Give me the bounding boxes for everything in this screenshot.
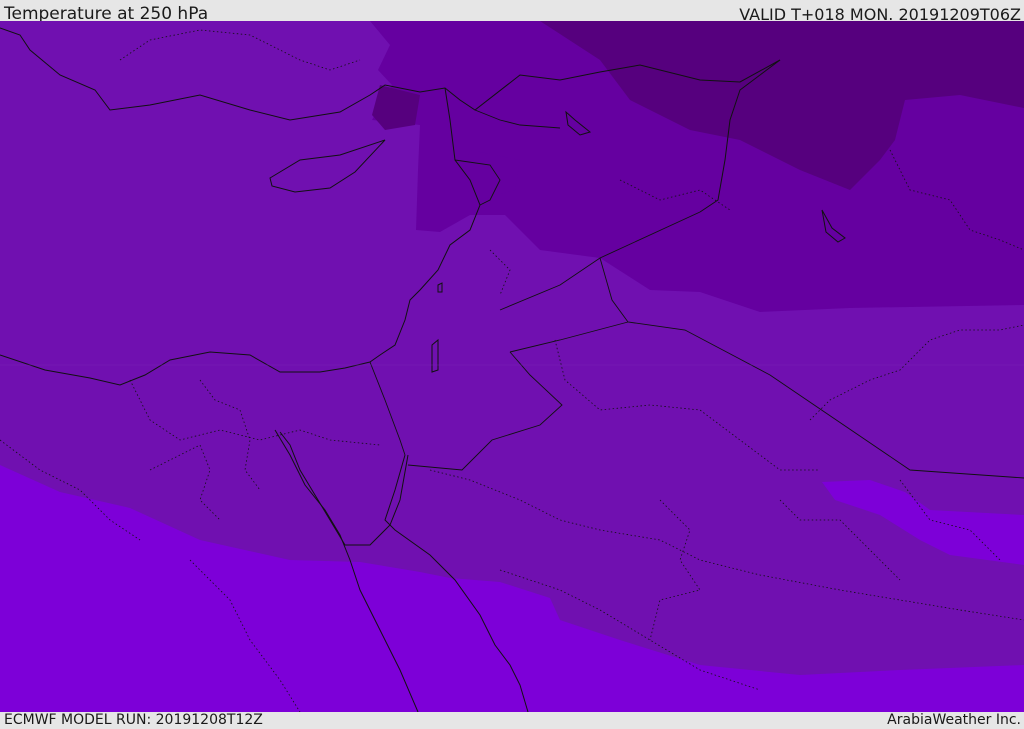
credit-label: ArabiaWeather Inc. — [887, 712, 1021, 728]
header-bar: Temperature at 250 hPa VALID T+018 MON. … — [0, 0, 1024, 24]
model-run-label: ECMWF MODEL RUN: 20191208T12Z — [4, 712, 263, 728]
footer-bar: ECMWF MODEL RUN: 20191208T12Z ArabiaWeat… — [0, 712, 1024, 729]
temperature-map[interactable] — [0, 21, 1024, 712]
